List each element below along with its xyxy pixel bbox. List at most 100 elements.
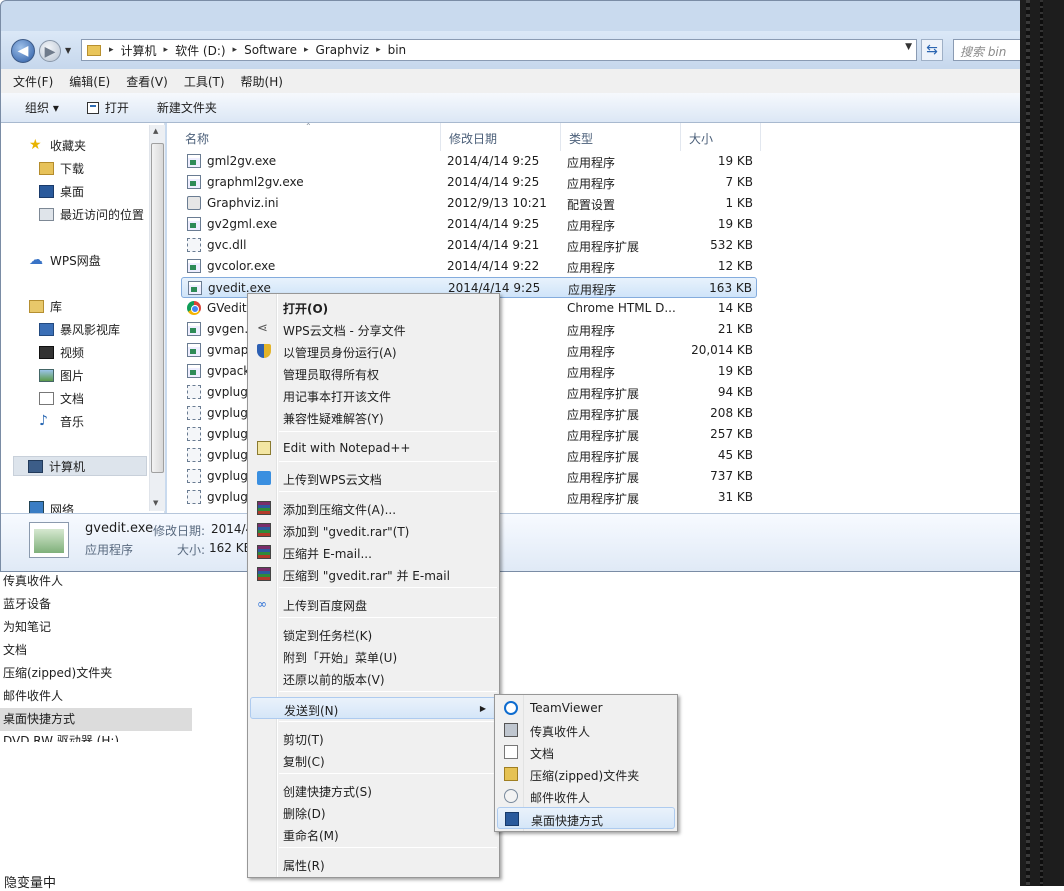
file-name: gvplug (207, 448, 248, 462)
refresh-button[interactable]: ⇆ (921, 39, 943, 61)
file-name: gml2gv.exe (207, 154, 277, 168)
context-menu-item[interactable]: 剪切(T) (250, 727, 497, 749)
context-menu-item[interactable]: 以管理员身份运行(A) (250, 340, 497, 362)
nav-lib-documents[interactable]: 文档 (39, 388, 84, 408)
table-row[interactable]: Graphviz.ini 2012/9/13 10:21 配置设置 1 KB (181, 193, 757, 214)
nav-computer[interactable]: 计算机 (13, 456, 147, 476)
nav-favorites[interactable]: ★ 收藏夹 (29, 135, 86, 155)
file-name: gvpack (207, 364, 251, 378)
send-to-item[interactable]: 文档 (497, 741, 675, 763)
context-menu-item[interactable]: 复制(C) (250, 749, 497, 771)
table-row[interactable]: gml2gv.exe 2014/4/14 9:25 应用程序 19 KB (181, 151, 757, 172)
context-menu-item[interactable]: Edit with Notepad++ (250, 437, 497, 459)
context-menu-item[interactable]: 还原以前的版本(V) (250, 667, 497, 689)
context-menu-item[interactable]: ∞ 上传到百度网盘 (250, 593, 497, 615)
back-button[interactable]: ◀ (11, 39, 35, 63)
col-size[interactable]: 大小 (681, 123, 761, 151)
context-menu-item[interactable]: 属性(R) (250, 853, 497, 875)
file-type: 应用程序 (567, 219, 616, 233)
file-name: gvc.dll (207, 238, 247, 252)
share-icon: ⋖ (257, 321, 268, 336)
context-menu-item[interactable]: 压缩到 "gvedit.rar" 并 E-mail (250, 563, 497, 585)
context-menu: 打开(O) ⋖ WPS云文档 - 分享文件 以管理员身份运行(A) 管理员取得所有权用记… (247, 293, 500, 878)
breadcrumb-item[interactable]: bin (388, 43, 407, 57)
nav-lib-pictures[interactable]: 图片 (39, 365, 84, 385)
ini-file-icon (187, 196, 201, 210)
context-menu-label: 打开(O) (283, 302, 329, 316)
address-input[interactable]: ▸ 计算机 ▸ 软件 (D:) ▸ Software ▸ Graphviz ▸ … (81, 39, 917, 61)
nav-library[interactable]: 库 (29, 296, 62, 316)
file-name: gvplug (207, 490, 248, 504)
col-name[interactable]: 名称 (167, 123, 441, 151)
menu-tools[interactable]: 工具(T) (184, 73, 225, 90)
breadcrumb-item[interactable]: 计算机 (121, 42, 157, 59)
history-dropdown-icon[interactable]: ▼ (65, 46, 71, 55)
network-icon (29, 501, 44, 513)
details-pane: gvedit.exe 修改日期: 2014/4 应用程序 大小: 162 KB (1, 513, 1063, 571)
breadcrumb-item[interactable]: Software (244, 43, 297, 57)
context-menu-label: 管理员取得所有权 (283, 368, 380, 382)
col-type[interactable]: 类型 (561, 123, 681, 151)
send-to-item[interactable]: 传真收件人 (497, 719, 675, 741)
nav-network[interactable]: 网络 (29, 501, 74, 513)
nav-desktop[interactable]: 桌面 (39, 181, 84, 201)
table-row[interactable]: gvc.dll 2014/4/14 9:21 应用程序扩展 532 KB (181, 235, 757, 256)
nav-lib-music[interactable]: ♪ 音乐 (39, 411, 84, 431)
send-to-item[interactable]: 邮件收件人 (497, 785, 675, 807)
send-to-item[interactable]: 压缩(zipped)文件夹 (497, 763, 675, 785)
address-bar-area: ◀ ▶ ▼ ▸ 计算机 ▸ 软件 (D:) ▸ Software ▸ Graph… (1, 31, 1063, 69)
context-menu-item[interactable]: 发送到(N) ▶ (250, 697, 497, 719)
menu-help[interactable]: 帮助(H) (241, 73, 283, 90)
send-to-item[interactable]: 桌面快捷方式 (497, 807, 675, 829)
file-date: 2012/9/13 10:21 (447, 196, 547, 210)
address-dropdown-icon[interactable]: ▼ (905, 42, 912, 52)
context-menu-item[interactable]: 创建快捷方式(S) (250, 779, 497, 801)
dll-file-icon (187, 406, 201, 420)
context-menu-item[interactable]: 锁定到任务栏(K) (250, 623, 497, 645)
new-folder-button[interactable]: 新建文件夹 (157, 99, 217, 116)
context-menu-item[interactable]: 打开(O) (250, 296, 497, 318)
list-item: 压缩(zipped)文件夹 (3, 666, 113, 680)
breadcrumb-item[interactable]: Graphviz (316, 43, 370, 57)
nav-lib-storm[interactable]: 暴风影视库 (39, 319, 120, 339)
open-button[interactable]: 打开 (86, 99, 129, 116)
menu-view[interactable]: 查看(V) (126, 73, 168, 90)
desktop-icon (505, 812, 519, 826)
context-menu-item[interactable]: ⋖ WPS云文档 - 分享文件 (250, 318, 497, 340)
menu-file[interactable]: 文件(F) (13, 73, 53, 90)
send-to-item[interactable]: TeamViewer (497, 697, 675, 719)
menu-separator (279, 587, 497, 588)
context-menu-item[interactable]: 用记事本打开该文件 (250, 384, 497, 406)
context-menu-item[interactable]: 重命名(M) (250, 823, 497, 845)
col-date[interactable]: 修改日期 (441, 123, 561, 151)
context-menu-item[interactable]: 附到「开始」菜单(U) (250, 645, 497, 667)
notepad-icon (257, 441, 271, 455)
context-menu-item[interactable]: 删除(D) (250, 801, 497, 823)
table-row[interactable]: gv2gml.exe 2014/4/14 9:25 应用程序 19 KB (181, 214, 757, 235)
nav-lib-video[interactable]: 视频 (39, 342, 84, 362)
shield-icon (257, 344, 271, 358)
file-type: 应用程序 (567, 345, 616, 359)
context-menu-item[interactable]: 压缩并 E-mail... (250, 541, 497, 563)
context-menu-item[interactable]: 添加到 "gvedit.rar"(T) (250, 519, 497, 541)
context-menu-item[interactable]: 添加到压缩文件(A)... (250, 497, 497, 519)
menu-edit[interactable]: 编辑(E) (69, 73, 110, 90)
nav-wps-drive[interactable]: ☁ WPS网盘 (29, 250, 101, 270)
context-menu-item[interactable]: 管理员取得所有权 (250, 362, 497, 384)
context-menu-item[interactable]: 兼容性疑难解答(Y) (250, 406, 497, 428)
nav-scrollbar[interactable]: ▲ ▼ (149, 125, 165, 511)
organize-button[interactable]: 组织 ▾ (25, 99, 59, 116)
file-size: 14 KB (717, 301, 753, 315)
breadcrumb-item[interactable]: 软件 (D:) (175, 42, 225, 59)
nav-scroll-thumb[interactable] (151, 143, 164, 473)
list-item: 文档 (3, 643, 28, 657)
exe-file-icon (187, 364, 201, 378)
forward-button[interactable]: ▶ (39, 40, 61, 62)
dll-file-icon (187, 238, 201, 252)
table-row[interactable]: gvcolor.exe 2014/4/14 9:22 应用程序 12 KB (181, 256, 757, 277)
nav-recent[interactable]: 最近访问的位置 (39, 204, 144, 224)
context-menu-item[interactable]: 上传到WPS云文档 (250, 467, 497, 489)
recent-places-icon (39, 207, 54, 221)
nav-downloads[interactable]: 下载 (39, 158, 84, 178)
table-row[interactable]: graphml2gv.exe 2014/4/14 9:25 应用程序 7 KB (181, 172, 757, 193)
